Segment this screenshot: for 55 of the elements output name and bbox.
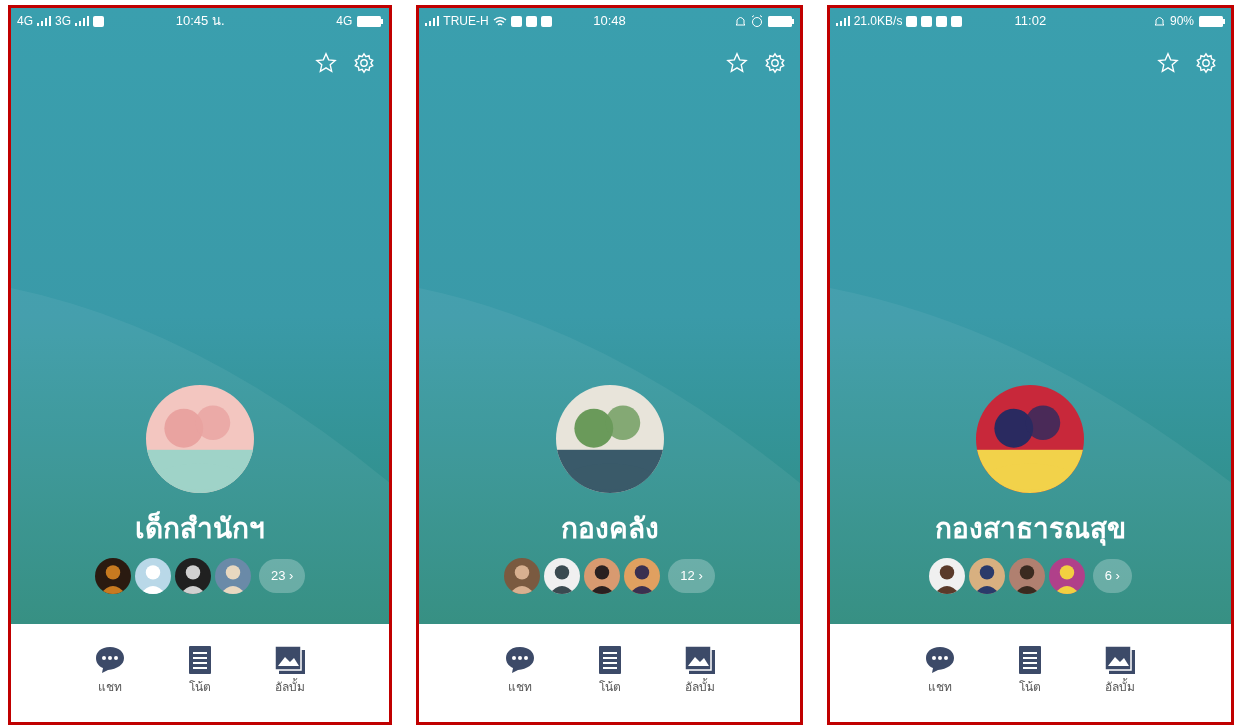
favorite-star-icon[interactable]: [1157, 52, 1179, 74]
chat-bubble-icon: [504, 646, 535, 674]
alarm-icon: [750, 15, 763, 27]
note-icon: [598, 646, 621, 674]
battery-icon: [767, 15, 794, 27]
nav-tab[interactable]: โน้ต: [579, 646, 640, 696]
settings-icon[interactable]: [1195, 52, 1217, 74]
group-name: เด็กสำนักฯ: [135, 511, 266, 546]
app-notification-icon: [525, 15, 537, 27]
app-notification-icon: [540, 15, 552, 27]
nav-tab[interactable]: โน้ต: [170, 646, 231, 696]
note-icon: [189, 646, 212, 674]
app-notification-icon: [510, 15, 522, 27]
note-icon: [1019, 646, 1042, 674]
settings-icon[interactable]: [763, 52, 786, 74]
app-notification-icon: [921, 15, 933, 27]
nav-tab[interactable]: แชท: [80, 646, 141, 696]
status-text: 90%: [1169, 15, 1194, 27]
nav-tab[interactable]: แชท: [910, 646, 971, 696]
chat-bubble-icon: [925, 646, 956, 674]
signal-icon: [75, 16, 90, 26]
wifi-icon: [492, 15, 507, 27]
photos-icon: [1105, 646, 1136, 674]
app-notification-icon: [93, 15, 105, 27]
status-time: 10:48: [593, 12, 626, 31]
app-notification-icon: [906, 15, 918, 27]
chat-bubble-icon: [95, 646, 126, 674]
status-time: 11:02: [1014, 12, 1047, 31]
signal-icon: [425, 16, 440, 26]
group-name: กองสาธารณสุข: [934, 512, 1126, 546]
bell-icon: [734, 15, 746, 27]
nav-tab[interactable]: อัลบั้ม: [669, 646, 730, 696]
signal-icon: [37, 16, 51, 26]
app-notification-icon: [936, 15, 948, 27]
status-text: 4G: [17, 15, 33, 27]
signal-icon: [835, 16, 850, 26]
photos-icon: [684, 646, 715, 674]
status-text: TRUE-H: [443, 15, 489, 27]
photos-icon: [275, 646, 306, 674]
status-text: 4G: [336, 15, 353, 27]
settings-icon[interactable]: [353, 52, 376, 74]
nav-tab[interactable]: อัลบั้ม: [260, 646, 321, 696]
status-time: 10:45 น.: [175, 12, 225, 31]
favorite-star-icon[interactable]: [725, 52, 748, 74]
nav-tab[interactable]: โน้ต: [1000, 646, 1061, 696]
battery-icon: [357, 15, 384, 27]
bell-icon: [1153, 15, 1165, 27]
status-text: 3G: [55, 15, 72, 27]
nav-tab[interactable]: อัลบั้ม: [1090, 646, 1151, 696]
group-name: กองคลัง: [560, 512, 659, 546]
favorite-star-icon[interactable]: [315, 52, 338, 74]
battery-icon: [1199, 15, 1225, 27]
nav-tab[interactable]: แชท: [489, 646, 550, 696]
app-notification-icon: [951, 15, 963, 27]
status-text: 21.0KB/s: [853, 15, 903, 27]
